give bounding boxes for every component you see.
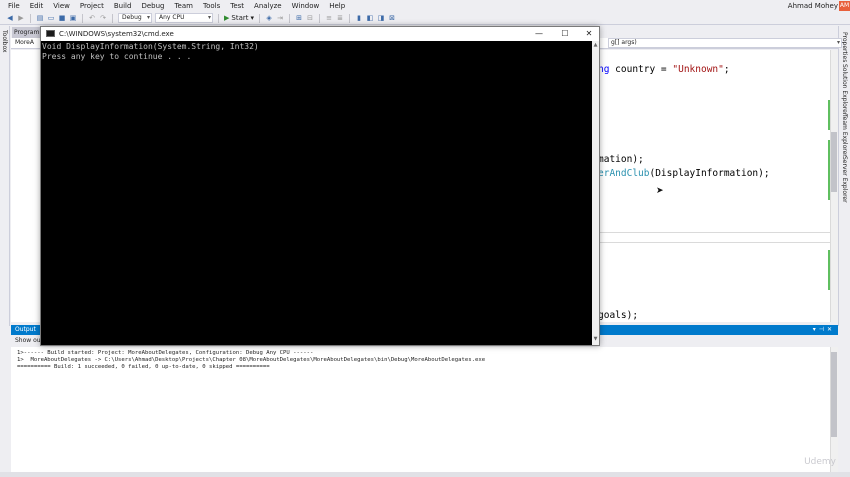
undo-icon[interactable]: ↶ [88,14,96,22]
user-name[interactable]: Ahmad Mohey [788,0,838,12]
user-avatar[interactable]: AM [839,1,850,11]
uncomment-icon[interactable]: ⊟ [306,14,314,22]
udemy-watermark: Udemy [804,457,836,467]
code-text: country = [609,64,673,75]
editor-divider [600,232,830,233]
code-text: (DisplayInformation); [649,168,770,179]
bookmark-clear-icon[interactable]: ⊠ [388,14,396,22]
new-project-icon[interactable]: ▤ [36,14,44,22]
save-all-icon[interactable]: ▣ [69,14,77,22]
solution-explorer-tab[interactable]: Solution Explorer [841,64,848,115]
open-folder-icon[interactable]: ▭ [47,14,55,22]
back-icon[interactable]: ◀ [6,14,14,22]
config-dropdown[interactable]: Debug [118,13,152,23]
console-title: C:\WINDOWS\system32\cmd.exe [59,30,174,38]
toolbar-divider [259,13,261,23]
chevron-down-icon: ▾ [250,14,255,22]
code-text: goals); [598,310,639,321]
editor-divider [600,242,830,243]
output-scrollbar-thumb[interactable] [831,352,837,437]
start-label: Start [231,14,249,22]
toolbar-divider [30,13,31,23]
menu-analyze[interactable]: Analyze [249,0,287,12]
menu-help[interactable]: Help [324,0,350,12]
server-explorer-tab[interactable]: Server Explorer [841,156,848,203]
bookmark-next-icon[interactable]: ◨ [377,14,385,22]
minimize-icon[interactable]: — [527,27,551,41]
code-string: "Unknown" [672,64,724,75]
browser-link-icon[interactable]: ◈ [265,14,273,22]
bottom-tab-strip [0,472,850,477]
console-window[interactable]: C:\WINDOWS\system32\cmd.exe — ☐ ✕ Void D… [40,26,600,346]
output-line: ========== Build: 1 succeeded, 0 failed,… [17,364,270,370]
toolbar-divider [82,13,83,23]
code-line: ng country = "Unknown"; [598,64,730,75]
member-nav-dropdown[interactable]: g[] args) [608,38,842,48]
play-icon: ▶ [224,14,230,22]
left-tool-strip: Toolbox [0,26,10,326]
output-title: Output [15,326,36,333]
main-toolbar: ◀ ▶ ▤ ▭ ■ ▣ ↶ ↷ Debug Any CPU ▶ Start ▾ … [0,12,850,25]
toolbar-divider [289,13,291,23]
bookmark-icon[interactable]: ▮ [355,14,363,22]
menu-edit[interactable]: Edit [25,0,49,12]
toolbar-divider [112,13,113,23]
console-output[interactable]: Void DisplayInformation(System.String, I… [41,41,592,345]
console-line: Press any key to continue . . . [42,52,192,61]
toolbar-divider [319,13,321,23]
code-text: ; [723,64,730,75]
output-line: 1> MoreAboutDelegates -> C:\Users\Ahmad\… [17,357,486,363]
menu-team[interactable]: Team [169,0,198,12]
maximize-icon[interactable]: ☐ [553,27,577,41]
team-explorer-tab[interactable]: Team Explorer [841,114,848,157]
menu-project[interactable]: Project [75,0,109,12]
outdent-icon[interactable]: ≣ [336,14,344,22]
platform-dropdown[interactable]: Any CPU [155,13,213,23]
close-icon[interactable]: ✕ [577,27,601,41]
show-output-from-label: Show ou [15,337,41,344]
mouse-pointer-icon: ➤ [656,186,664,196]
output-window-controls: ▾⊣✕ [813,325,835,335]
redo-icon[interactable]: ↷ [99,14,107,22]
forward-icon[interactable]: ▶ [17,14,25,22]
toolbar-divider [349,13,351,23]
code-text: mation); [598,154,644,165]
scroll-up-icon[interactable]: ▲ [592,41,599,49]
pin-icon[interactable]: ⊣ [819,326,827,333]
bookmark-prev-icon[interactable]: ◧ [366,14,374,22]
menu-view[interactable]: View [48,0,75,12]
code-method: erAndClub [598,168,650,179]
menu-file[interactable]: File [3,0,25,12]
console-line: Void DisplayInformation(System.String, I… [42,42,259,51]
toolbox-tab[interactable]: Toolbox [1,30,8,53]
menu-test[interactable]: Test [225,0,249,12]
toolbar-divider [218,13,219,23]
properties-tab[interactable]: Properties [841,32,848,62]
tab-program-cs[interactable]: Program.cs [12,27,40,38]
code-line: erAndClub(DisplayInformation); [598,168,770,179]
code-line: mation); [598,154,644,165]
menu-debug[interactable]: Debug [136,0,169,12]
comment-icon[interactable]: ⊞ [295,14,303,22]
console-scrollbar[interactable] [592,41,599,345]
output-line: 1>------ Build started: Project: MoreAbo… [17,350,314,356]
start-button[interactable]: ▶ Start ▾ [224,14,254,22]
project-nav-dropdown[interactable]: MoreA [15,39,34,46]
save-icon[interactable]: ■ [58,14,66,22]
menu-tools[interactable]: Tools [198,0,225,12]
output-text-area[interactable]: 1>------ Build started: Project: MoreAbo… [11,347,830,472]
menu-bar: File Edit View Project Build Debug Team … [0,0,850,12]
step-icon[interactable]: ⇥ [276,14,284,22]
indent-icon[interactable]: ≡ [325,14,333,22]
editor-scrollbar-thumb[interactable] [831,132,837,192]
console-titlebar[interactable]: C:\WINDOWS\system32\cmd.exe — ☐ ✕ [41,27,599,41]
right-tool-strip: Properties Solution Explorer Team Explor… [838,26,850,326]
code-line: goals); [598,310,638,321]
menu-build[interactable]: Build [109,0,137,12]
menu-window[interactable]: Window [287,0,325,12]
close-icon[interactable]: ✕ [827,326,835,333]
console-icon [46,30,55,37]
scroll-down-icon[interactable]: ▼ [592,335,599,343]
